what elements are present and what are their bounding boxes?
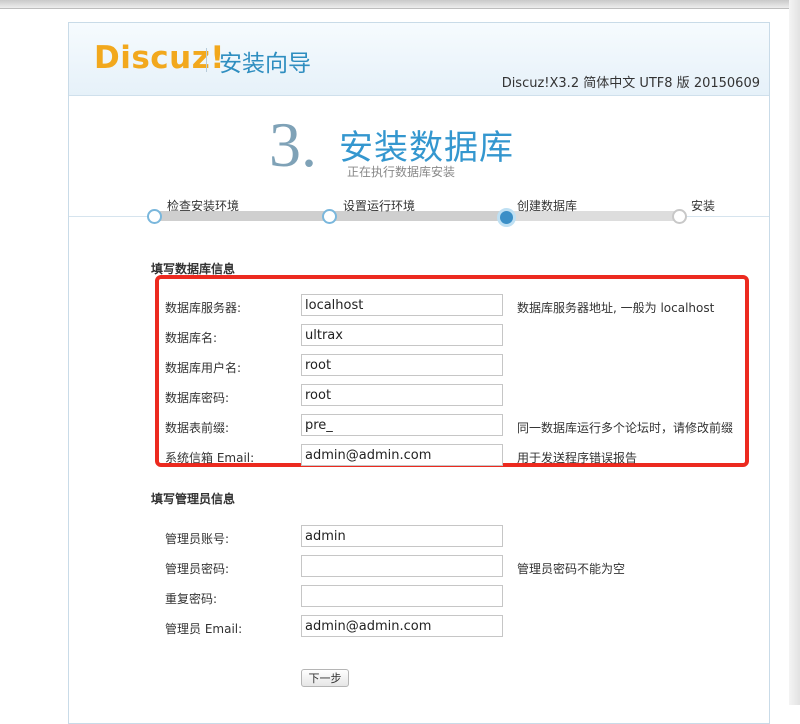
step-dot-install bbox=[672, 209, 687, 224]
admin-password-input[interactable] bbox=[301, 555, 503, 577]
system-email-hint: 用于发送程序错误报告 bbox=[517, 451, 638, 465]
db-host-label: 数据库服务器: bbox=[165, 301, 242, 315]
admin-email-row: 管理员 Email: bbox=[165, 615, 765, 639]
admin-email-label: 管理员 Email: bbox=[165, 622, 243, 636]
repeat-password-row: 重复密码: bbox=[165, 585, 765, 609]
table-prefix-label: 数据表前缀: bbox=[165, 421, 230, 435]
admin-password-hint: 管理员密码不能为空 bbox=[517, 562, 626, 576]
wizard-title: 安装向导 bbox=[219, 51, 311, 77]
admin-email-input[interactable] bbox=[301, 615, 503, 637]
repeat-password-label: 重复密码: bbox=[165, 592, 218, 606]
db-user-label: 数据库用户名: bbox=[165, 361, 242, 375]
admin-account-input[interactable] bbox=[301, 525, 503, 547]
db-password-label: 数据库密码: bbox=[165, 391, 230, 405]
step-label-check-env: 检查安装环境 bbox=[167, 199, 240, 213]
header-divider bbox=[206, 48, 207, 72]
version-info: Discuz!X3.2 简体中文 UTF8 版 20150609 bbox=[501, 76, 760, 91]
admin-account-label: 管理员账号: bbox=[165, 532, 230, 546]
db-password-input[interactable] bbox=[301, 384, 503, 406]
step-title: 安装数据库 bbox=[339, 128, 514, 168]
db-user-row: 数据库用户名: bbox=[165, 354, 765, 378]
admin-password-label: 管理员密码: bbox=[165, 562, 230, 576]
step-dot-check-env bbox=[147, 209, 162, 224]
db-name-input[interactable] bbox=[301, 324, 503, 346]
step-number: 3. bbox=[269, 109, 317, 180]
system-email-row: 系统信箱 Email: 用于发送程序错误报告 bbox=[165, 444, 765, 468]
install-wizard-panel: Discuz! 安装向导 Discuz!X3.2 简体中文 UTF8 版 201… bbox=[68, 22, 770, 724]
table-prefix-input[interactable] bbox=[301, 414, 503, 436]
step-label-create-db: 创建数据库 bbox=[517, 199, 578, 213]
db-host-hint: 数据库服务器地址, 一般为 localhost bbox=[517, 301, 715, 315]
system-email-label: 系统信箱 Email: bbox=[165, 451, 255, 465]
admin-account-row: 管理员账号: bbox=[165, 525, 765, 549]
table-prefix-hint: 同一数据库运行多个论坛时，请修改前缀 bbox=[517, 421, 734, 435]
step-label-install: 安装 bbox=[691, 199, 716, 213]
table-prefix-row: 数据表前缀: 同一数据库运行多个论坛时，请修改前缀 bbox=[165, 414, 765, 438]
admin-password-row: 管理员密码: 管理员密码不能为空 bbox=[165, 555, 765, 579]
admin-section-title: 填写管理员信息 bbox=[151, 492, 236, 506]
db-host-row: 数据库服务器: 数据库服务器地址, 一般为 localhost bbox=[165, 294, 765, 318]
db-password-row: 数据库密码: bbox=[165, 384, 765, 408]
repeat-password-input[interactable] bbox=[301, 585, 503, 607]
next-step-button[interactable]: 下一步 bbox=[301, 669, 349, 687]
browser-top-edge bbox=[0, 0, 800, 9]
step-label-setup-env: 设置运行环境 bbox=[343, 199, 416, 213]
db-user-input[interactable] bbox=[301, 354, 503, 376]
browser-scrollbar[interactable] bbox=[789, 0, 800, 705]
db-host-input[interactable] bbox=[301, 294, 503, 316]
db-name-label: 数据库名: bbox=[165, 331, 218, 345]
step-subtitle: 正在执行数据库安装 bbox=[347, 165, 456, 179]
system-email-input[interactable] bbox=[301, 444, 503, 466]
step-dot-setup-env bbox=[322, 209, 337, 224]
wizard-header: Discuz! 安装向导 Discuz!X3.2 简体中文 UTF8 版 201… bbox=[69, 23, 769, 96]
db-name-row: 数据库名: bbox=[165, 324, 765, 348]
step-dot-create-db bbox=[497, 208, 516, 227]
